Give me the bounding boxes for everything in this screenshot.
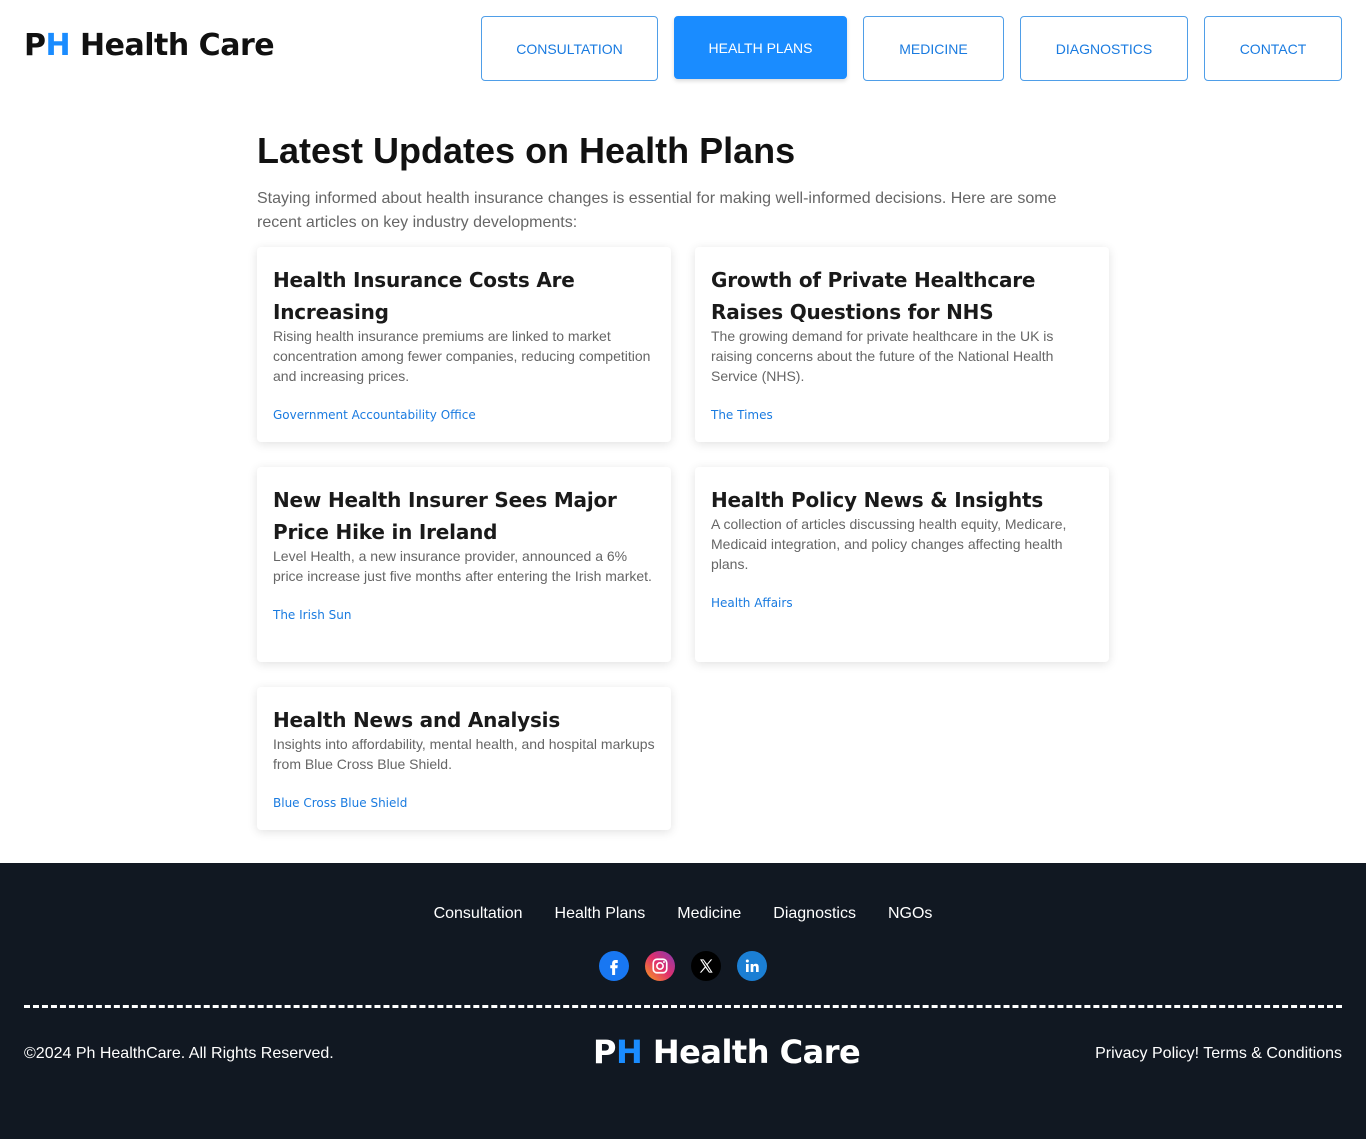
article-summary: A collection of articles discussing heal… — [711, 516, 1067, 572]
article-title: Health News and Analysis — [273, 708, 561, 732]
article-card: Health Policy News & Insights A collecti… — [695, 467, 1109, 662]
main-content: Latest Updates on Health Plans Staying i… — [257, 97, 1109, 830]
article-card: Health Insurance Costs Are Increasing Ri… — [257, 247, 671, 442]
article-summary: Level Health, a new insurance provider, … — [273, 548, 652, 584]
article-source-link[interactable]: Health Affairs — [711, 596, 1093, 610]
intro-text: Staying informed about health insurance … — [257, 190, 1057, 231]
footer-logo-letter-h: H — [615, 1033, 643, 1071]
site-footer: Consultation Health Plans Medicine Diagn… — [0, 863, 1366, 1139]
instagram-icon[interactable] — [645, 951, 675, 981]
article-card: New Health Insurer Sees Major Price Hike… — [257, 467, 671, 662]
nav-diagnostics[interactable]: DIAGNOSTICS — [1020, 16, 1188, 81]
footer-link-ngos[interactable]: NGOs — [888, 905, 932, 923]
article-source-link[interactable]: The Times — [711, 408, 1093, 422]
article-title: Growth of Private Healthcare Raises Ques… — [711, 268, 1036, 324]
article-summary: Insights into affordability, mental heal… — [273, 736, 655, 772]
footer-link-diagnostics[interactable]: Diagnostics — [773, 905, 856, 923]
article-summary: Rising health insurance premiums are lin… — [273, 328, 651, 384]
footer-link-medicine[interactable]: Medicine — [677, 905, 741, 923]
linkedin-icon[interactable] — [737, 951, 767, 981]
nav-consultation[interactable]: CONSULTATION — [481, 16, 658, 81]
legal-links[interactable]: Privacy Policy! Terms & Conditions — [1095, 1045, 1342, 1063]
article-title: Health Insurance Costs Are Increasing — [273, 268, 575, 324]
footer-link-consultation[interactable]: Consultation — [434, 905, 523, 923]
nav-medicine[interactable]: MEDICINE — [863, 16, 1004, 81]
footer-logo[interactable]: PH Health Care — [593, 1033, 861, 1071]
logo-name: Health Care — [70, 28, 275, 63]
nav-contact[interactable]: CONTACT — [1204, 16, 1342, 81]
footer-divider — [24, 1005, 1342, 1008]
x-icon[interactable] — [691, 951, 721, 981]
nav-health-plans[interactable]: HEALTH PLANS — [674, 16, 847, 79]
site-header: PH Health Care CONSULTATION HEALTH PLANS… — [0, 0, 1366, 97]
main-nav: CONSULTATION HEALTH PLANS MEDICINE DIAGN… — [481, 16, 1342, 81]
social-links — [0, 951, 1366, 981]
logo[interactable]: PH Health Care — [24, 28, 275, 63]
article-source-link[interactable]: Government Accountability Office — [273, 408, 655, 422]
footer-link-health-plans[interactable]: Health Plans — [555, 905, 646, 923]
footer-logo-letter-p: P — [593, 1033, 616, 1071]
copyright-text: ©2024 Ph HealthCare. All Rights Reserved… — [24, 1045, 334, 1062]
logo-letter-p: P — [24, 28, 46, 63]
article-card: Health News and Analysis Insights into a… — [257, 687, 671, 830]
page-title: Latest Updates on Health Plans — [257, 130, 796, 171]
footer-links: Consultation Health Plans Medicine Diagn… — [0, 905, 1366, 923]
article-source-link[interactable]: The Irish Sun — [273, 608, 655, 622]
article-source-link[interactable]: Blue Cross Blue Shield — [273, 796, 655, 810]
article-card: Growth of Private Healthcare Raises Ques… — [695, 247, 1109, 442]
facebook-icon[interactable] — [599, 951, 629, 981]
logo-letter-h: H — [45, 28, 71, 63]
article-title: New Health Insurer Sees Major Price Hike… — [273, 488, 617, 544]
footer-logo-name: Health Care — [642, 1033, 861, 1071]
article-title: Health Policy News & Insights — [711, 488, 1044, 512]
article-summary: The growing demand for private healthcar… — [711, 328, 1054, 384]
